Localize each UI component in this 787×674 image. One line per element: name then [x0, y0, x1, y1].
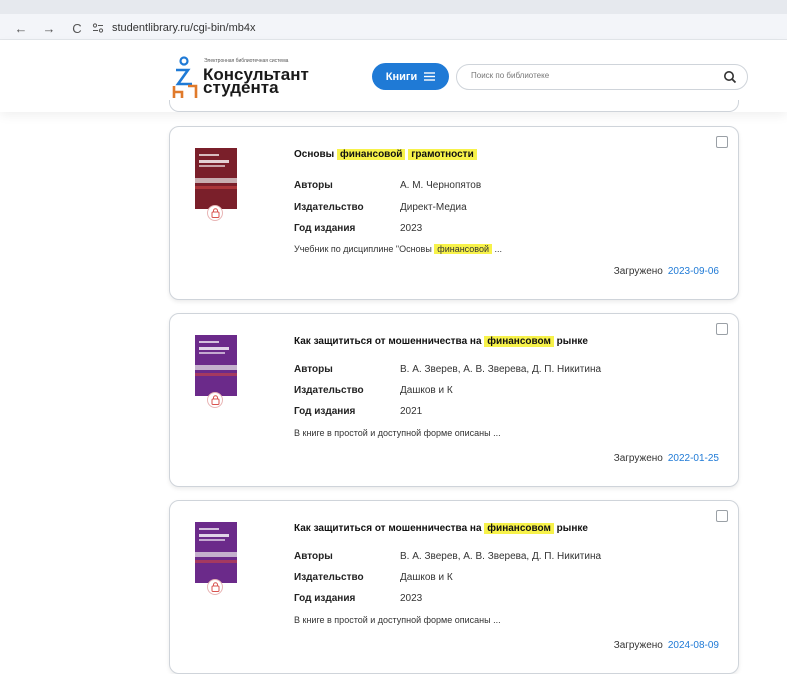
logo-subtitle: Электронная библиотечная система: [204, 58, 289, 64]
loaded-label: Загружено: [613, 266, 663, 277]
loaded-date: 2022-01-25: [667, 453, 719, 464]
description-highlight: финансовой: [434, 244, 492, 254]
year-value: 2021: [400, 406, 423, 417]
book-cover[interactable]: [195, 148, 237, 209]
site-info-icon[interactable]: [92, 22, 104, 37]
authors-value: В. А. Зверев, А. В. Зверева, Д. П. Никит…: [400, 551, 602, 562]
publisher-value: Дашков и К: [400, 385, 453, 396]
logo-figure-icon: [172, 56, 198, 98]
books-menu-button[interactable]: Книги: [372, 63, 449, 90]
loaded-date: 2023-09-06: [667, 266, 719, 277]
publisher-label: Издательство: [294, 572, 364, 583]
lock-icon: [207, 205, 223, 221]
title-highlight: финансовой: [336, 149, 406, 160]
loaded-label: Загружено: [613, 453, 663, 464]
publisher-value: Директ-Медиа: [400, 202, 467, 213]
loaded-date: 2024-08-09: [667, 640, 719, 651]
select-checkbox[interactable]: [716, 136, 728, 148]
site-logo[interactable]: Электронная библиотечная система Консуль…: [168, 54, 358, 102]
loaded-label: Загружено: [613, 640, 663, 651]
loaded-info: Загружено 2024-08-09: [614, 640, 719, 651]
lock-icon: [207, 579, 223, 595]
search-result-card: Основы финансовой грамотности Авторы А. М…: [169, 126, 739, 300]
year-label: Год издания: [294, 593, 356, 604]
browser-nav: ← → C: [14, 22, 84, 36]
book-description: В книге в простой и доступной форме опис…: [294, 428, 501, 438]
menu-icon: [424, 72, 436, 81]
book-cover[interactable]: [195, 335, 237, 396]
book-title[interactable]: Как защититься от мошенничества на финан…: [294, 336, 588, 347]
search-input[interactable]: [471, 71, 711, 80]
book-title[interactable]: Как защититься от мошенничества на финан…: [294, 523, 588, 534]
loaded-info: Загружено 2022-01-25: [614, 453, 719, 464]
browser-toolbar: ← → C studentlibrary.ru/cgi-bin/mb4x: [0, 0, 787, 40]
search-icon[interactable]: [723, 70, 737, 84]
book-description: В книге в простой и доступной форме опис…: [294, 615, 501, 625]
authors-label: Авторы: [294, 364, 333, 375]
search-result-card: Как защититься от мошенничества на финан…: [169, 313, 739, 487]
year-value: 2023: [400, 223, 423, 234]
title-highlight: финансовом: [484, 336, 554, 347]
book-title[interactable]: Основы финансовой грамотности: [294, 149, 477, 160]
back-icon[interactable]: ←: [14, 22, 28, 36]
book-description: Учебник по дисциплине "Основы финансовой…: [294, 244, 503, 254]
title-highlight: финансовом: [484, 523, 554, 534]
authors-value: А. М. Чернопятов: [400, 180, 482, 191]
logo-text: Консультант студента: [203, 66, 309, 96]
year-label: Год издания: [294, 223, 356, 234]
search-result-card: Как защититься от мошенничества на финан…: [169, 500, 739, 674]
reload-icon[interactable]: C: [70, 22, 84, 36]
lock-icon: [207, 392, 223, 408]
address-bar[interactable]: studentlibrary.ru/cgi-bin/mb4x: [112, 22, 255, 34]
publisher-label: Издательство: [294, 385, 364, 396]
authors-value: В. А. Зверев, А. В. Зверева, Д. П. Никит…: [400, 364, 602, 375]
search-box: [456, 64, 748, 90]
authors-label: Авторы: [294, 551, 333, 562]
select-checkbox[interactable]: [716, 510, 728, 522]
publisher-label: Издательство: [294, 202, 364, 213]
tab-strip: [0, 0, 787, 14]
book-cover[interactable]: [195, 522, 237, 583]
year-label: Год издания: [294, 406, 356, 417]
authors-label: Авторы: [294, 180, 333, 191]
title-highlight: грамотности: [408, 149, 477, 160]
loaded-info: Загружено 2023-09-06: [614, 266, 719, 277]
books-button-label: Книги: [385, 70, 418, 83]
previous-result-card: [169, 100, 739, 112]
publisher-value: Дашков и К: [400, 572, 453, 583]
select-checkbox[interactable]: [716, 323, 728, 335]
year-value: 2023: [400, 593, 423, 604]
forward-icon[interactable]: →: [42, 22, 56, 36]
